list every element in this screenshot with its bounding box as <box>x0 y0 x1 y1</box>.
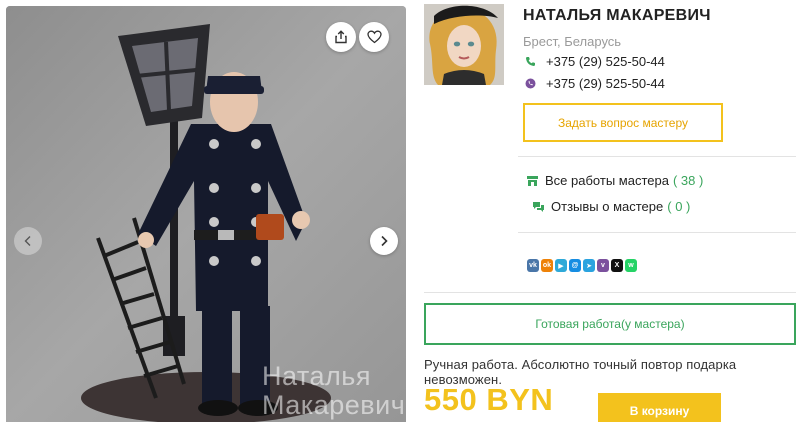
telegram-share-icon[interactable]: ➤ <box>583 259 595 272</box>
product-photo-gallery[interactable]: Наталья Макаревич <box>6 6 406 422</box>
phone-icon <box>523 55 537 69</box>
share-icon <box>335 30 347 44</box>
share-buttons: vk ok ▶ @ ➤ v Xw <box>527 259 637 272</box>
reviews-icon <box>532 200 546 213</box>
whatsapp-share-icon[interactable]: w <box>625 259 637 272</box>
vk-share-icon[interactable]: vk <box>527 259 539 272</box>
seller-location: Брест, Беларусь <box>523 34 622 49</box>
seller-name[interactable]: НАТАЛЬЯ МАКАРЕВИЧ <box>523 7 711 25</box>
reviews-count: ( 0 ) <box>667 199 691 214</box>
viber-share-icon[interactable]: v <box>597 259 609 272</box>
next-photo-button[interactable] <box>370 227 398 255</box>
chevron-left-icon <box>24 236 31 246</box>
photo-watermark: Наталья Макаревич <box>262 361 406 420</box>
chevron-right-icon <box>381 235 388 247</box>
reviews-label: Отзывы о мастере <box>551 199 664 214</box>
divider <box>518 232 796 233</box>
all-works-label: Все работы мастера <box>545 173 669 188</box>
seller-phone-2[interactable]: +375 (29) 525-50-44 <box>523 76 665 91</box>
seller-phone-2-number: +375 (29) 525-50-44 <box>546 76 665 91</box>
shop-icon <box>526 174 540 187</box>
add-to-cart-button[interactable]: В корзину <box>598 393 721 422</box>
x-share-icon[interactable]: X <box>611 259 623 272</box>
favorite-button[interactable] <box>359 22 389 52</box>
product-price: 550 BYN <box>424 382 554 417</box>
heart-icon <box>366 30 382 44</box>
divider <box>518 156 796 157</box>
divider <box>424 292 796 293</box>
product-photo <box>6 6 406 422</box>
all-works-count: ( 38 ) <box>672 173 704 188</box>
ask-master-button[interactable]: Задать вопрос мастеру <box>523 103 723 142</box>
previous-photo-button[interactable] <box>14 227 42 255</box>
share-button[interactable] <box>326 22 356 52</box>
reviews-link[interactable]: Отзывы о мастере ( 0 ) <box>532 199 690 214</box>
all-works-link[interactable]: Все работы мастера ( 38 ) <box>526 173 703 188</box>
yandex-messenger-share-icon[interactable]: ▶ <box>555 259 567 272</box>
moimir-share-icon[interactable]: @ <box>569 259 581 272</box>
viber-icon <box>523 77 537 91</box>
seller-avatar[interactable] <box>424 4 504 85</box>
seller-phone-1[interactable]: +375 (29) 525-50-44 <box>523 54 665 69</box>
odnoklassniki-share-icon[interactable]: ok <box>541 259 553 272</box>
ready-work-status-button[interactable]: Готовая работа(у мастера) <box>424 303 796 345</box>
avatar-image <box>424 4 504 85</box>
seller-phone-1-number: +375 (29) 525-50-44 <box>546 54 665 69</box>
